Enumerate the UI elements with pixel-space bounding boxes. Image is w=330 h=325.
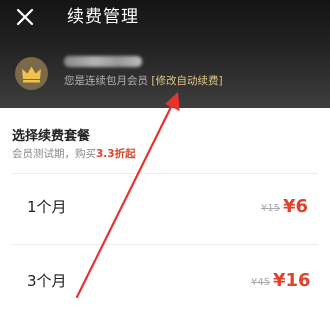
plan-name: 1个月 <box>27 198 67 216</box>
modify-auto-renew-link[interactable]: [修改自动续费] <box>151 75 222 87</box>
plan-name: 3个月 <box>27 272 67 290</box>
sale-price: ¥6 <box>283 196 309 217</box>
original-price: ¥15 <box>261 203 281 214</box>
header-bar: 续费管理 您是连续包月会员 [修改自动续费] <box>0 0 330 108</box>
discount-text: 3.3折起 <box>96 148 136 160</box>
close-icon[interactable] <box>14 6 36 28</box>
avatar <box>15 57 48 90</box>
page-title: 续费管理 <box>67 7 139 27</box>
member-status-line: 您是连续包月会员 [修改自动续费] <box>64 73 223 89</box>
sale-price: ¥16 <box>273 270 311 291</box>
section-subtitle: 会员测试期，购买3.3折起 <box>12 147 136 161</box>
section-title: 选择续费套餐 <box>12 129 91 144</box>
crown-icon <box>22 66 41 83</box>
original-price: ¥45 <box>251 277 271 288</box>
plan-option-1-month[interactable]: 1个月 ¥15 ¥6 <box>0 174 330 244</box>
subtitle-prefix: 会员测试期，购买 <box>12 148 96 160</box>
plan-option-3-months[interactable]: 3个月 ¥45 ¥16 <box>0 245 330 315</box>
member-status-text: 您是连续包月会员 <box>64 75 148 87</box>
username-blurred <box>64 56 142 67</box>
